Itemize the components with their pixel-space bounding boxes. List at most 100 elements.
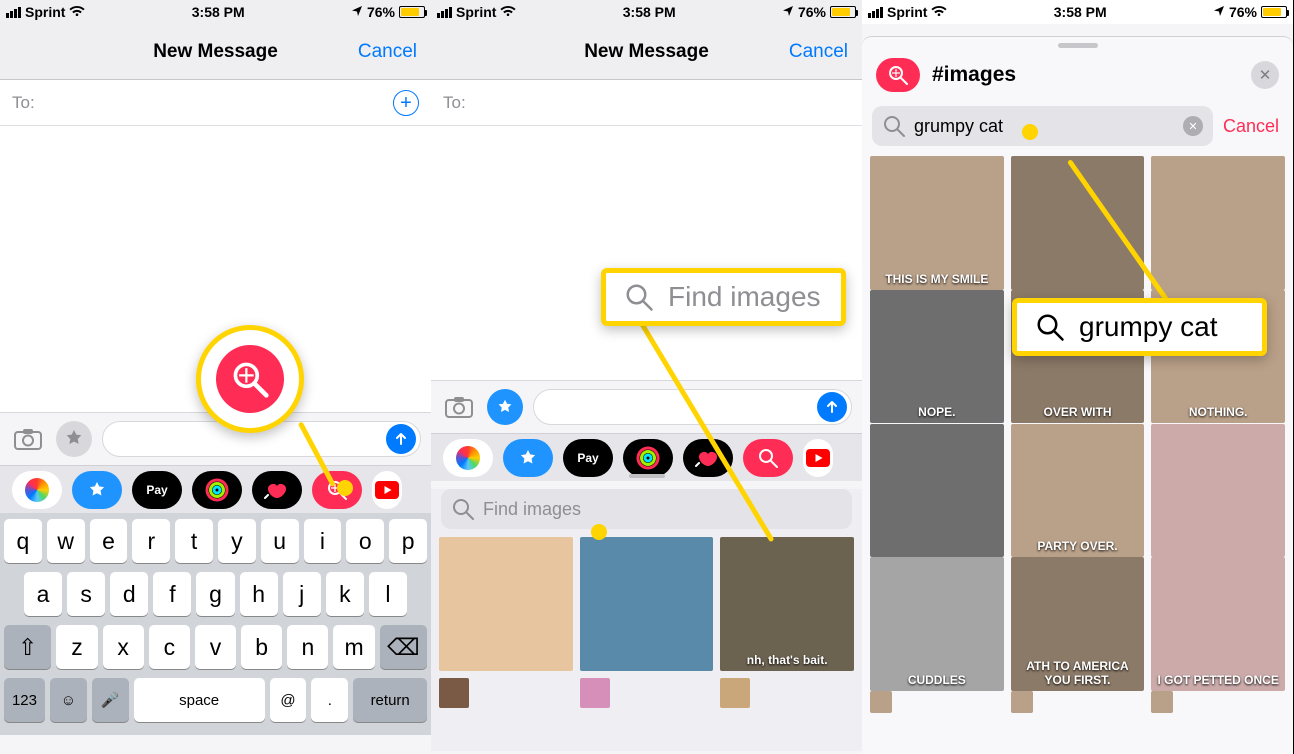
- sheet-title: #images: [932, 63, 1016, 87]
- gif-thumb[interactable]: [439, 678, 469, 708]
- key-t[interactable]: t: [175, 519, 213, 563]
- to-field-row[interactable]: To: +: [0, 80, 431, 126]
- close-button[interactable]: ✕: [1251, 61, 1279, 89]
- screenshot-1: Sprint 3:58 PM 76% New Message Cancel To…: [0, 0, 431, 754]
- app-drawer[interactable]: Pay: [0, 465, 431, 513]
- result-thumb[interactable]: [870, 691, 892, 713]
- key-shift[interactable]: ⇧: [4, 625, 51, 669]
- key-m[interactable]: m: [333, 625, 374, 669]
- wifi-icon: [931, 4, 947, 20]
- key-k[interactable]: k: [326, 572, 364, 616]
- key-r[interactable]: r: [132, 519, 170, 563]
- app-apple-pay[interactable]: Pay: [132, 471, 182, 509]
- search-input[interactable]: grumpy cat ✕: [872, 106, 1213, 146]
- key-j[interactable]: j: [283, 572, 321, 616]
- key-l[interactable]: l: [369, 572, 407, 616]
- result-thumb[interactable]: THIS IS MY SMILE: [870, 156, 1004, 290]
- result-thumb[interactable]: PARTY OVER.: [1011, 424, 1145, 558]
- app-digital-touch[interactable]: [252, 471, 302, 509]
- search-icon: [451, 497, 475, 521]
- thumb-caption: ATH TO AMERICA YOU FIRST.: [1015, 659, 1141, 687]
- gif-thumb[interactable]: [580, 537, 714, 671]
- cancel-button[interactable]: Cancel: [358, 41, 417, 63]
- result-thumb[interactable]: [1151, 691, 1173, 713]
- result-thumb[interactable]: [1011, 691, 1033, 713]
- app-photos[interactable]: [12, 471, 62, 509]
- key-123[interactable]: 123: [4, 678, 45, 722]
- battery-pct-label: 76%: [798, 4, 826, 20]
- app-youtube[interactable]: [372, 471, 402, 509]
- clock-label: 3:58 PM: [192, 4, 245, 20]
- send-button[interactable]: [817, 392, 847, 422]
- app-images[interactable]: [743, 439, 793, 477]
- images-sheet: #images ✕ grumpy cat ✕ Cancel THIS IS MY…: [862, 36, 1293, 754]
- key-h[interactable]: h: [240, 572, 278, 616]
- app-appstore[interactable]: [72, 471, 122, 509]
- gif-thumb[interactable]: [439, 537, 573, 671]
- find-images-input[interactable]: Find images: [441, 489, 852, 529]
- key-emoji[interactable]: ☺: [50, 678, 87, 722]
- app-youtube[interactable]: [803, 439, 833, 477]
- key-space[interactable]: space: [134, 678, 265, 722]
- key-z[interactable]: z: [56, 625, 97, 669]
- key-n[interactable]: n: [287, 625, 328, 669]
- cancel-button[interactable]: Cancel: [1223, 116, 1279, 137]
- key-c[interactable]: c: [149, 625, 190, 669]
- key-backspace[interactable]: ⌫: [380, 625, 427, 669]
- key-i[interactable]: i: [304, 519, 342, 563]
- app-apple-pay[interactable]: Pay: [563, 439, 613, 477]
- key-b[interactable]: b: [241, 625, 282, 669]
- key-s[interactable]: s: [67, 572, 105, 616]
- key-o[interactable]: o: [346, 519, 384, 563]
- battery-icon: [399, 6, 425, 18]
- result-thumb[interactable]: ATH TO AMERICA YOU FIRST.: [1011, 557, 1145, 691]
- key-e[interactable]: e: [90, 519, 128, 563]
- key-a[interactable]: a: [24, 572, 62, 616]
- send-button[interactable]: [386, 424, 416, 454]
- key-x[interactable]: x: [103, 625, 144, 669]
- app-activity[interactable]: [192, 471, 242, 509]
- key-mic[interactable]: 🎤: [92, 678, 129, 722]
- gif-thumb[interactable]: [580, 678, 610, 708]
- key-dot[interactable]: .: [311, 678, 348, 722]
- trending-grid: nh, that's bait.: [431, 537, 862, 708]
- battery-pct-label: 76%: [367, 4, 395, 20]
- key-g[interactable]: g: [196, 572, 234, 616]
- to-field-row[interactable]: To:: [431, 80, 862, 126]
- result-thumb[interactable]: NOPE.: [870, 290, 1004, 424]
- key-y[interactable]: y: [218, 519, 256, 563]
- key-v[interactable]: v: [195, 625, 236, 669]
- key-w[interactable]: w: [47, 519, 85, 563]
- clear-search-button[interactable]: ✕: [1183, 116, 1203, 136]
- app-drawer-button[interactable]: [487, 389, 523, 425]
- result-thumb[interactable]: CUDDLES: [870, 557, 1004, 691]
- result-thumb[interactable]: I GOT PETTED ONCE: [1151, 557, 1285, 691]
- key-return[interactable]: return: [353, 678, 427, 722]
- cancel-button[interactable]: Cancel: [789, 41, 848, 63]
- result-thumb[interactable]: [1151, 424, 1285, 558]
- camera-button[interactable]: [10, 421, 46, 457]
- app-drawer-button[interactable]: [56, 421, 92, 457]
- app-appstore[interactable]: [503, 439, 553, 477]
- location-icon: [782, 4, 794, 20]
- key-f[interactable]: f: [153, 572, 191, 616]
- to-label: To:: [443, 93, 466, 113]
- key-u[interactable]: u: [261, 519, 299, 563]
- keyboard[interactable]: qwertyuiop asdfghjkl ⇧ zxcvbnm ⌫ 123 ☺ 🎤…: [0, 513, 431, 735]
- camera-button[interactable]: [441, 389, 477, 425]
- key-at[interactable]: @: [270, 678, 307, 722]
- app-drawer[interactable]: Pay: [431, 433, 862, 481]
- drawer-grabber-icon[interactable]: [629, 474, 665, 478]
- sheet-grabber-icon[interactable]: [1058, 43, 1098, 48]
- gif-thumb[interactable]: nh, that's bait.: [720, 537, 854, 671]
- key-p[interactable]: p: [389, 519, 427, 563]
- app-photos[interactable]: [443, 439, 493, 477]
- add-contact-button[interactable]: +: [393, 90, 419, 116]
- result-thumb[interactable]: [870, 424, 1004, 558]
- gif-thumb[interactable]: [720, 678, 750, 708]
- key-q[interactable]: q: [4, 519, 42, 563]
- result-thumb[interactable]: [1151, 156, 1285, 290]
- app-activity[interactable]: [623, 439, 673, 477]
- search-icon: [1035, 312, 1065, 342]
- key-d[interactable]: d: [110, 572, 148, 616]
